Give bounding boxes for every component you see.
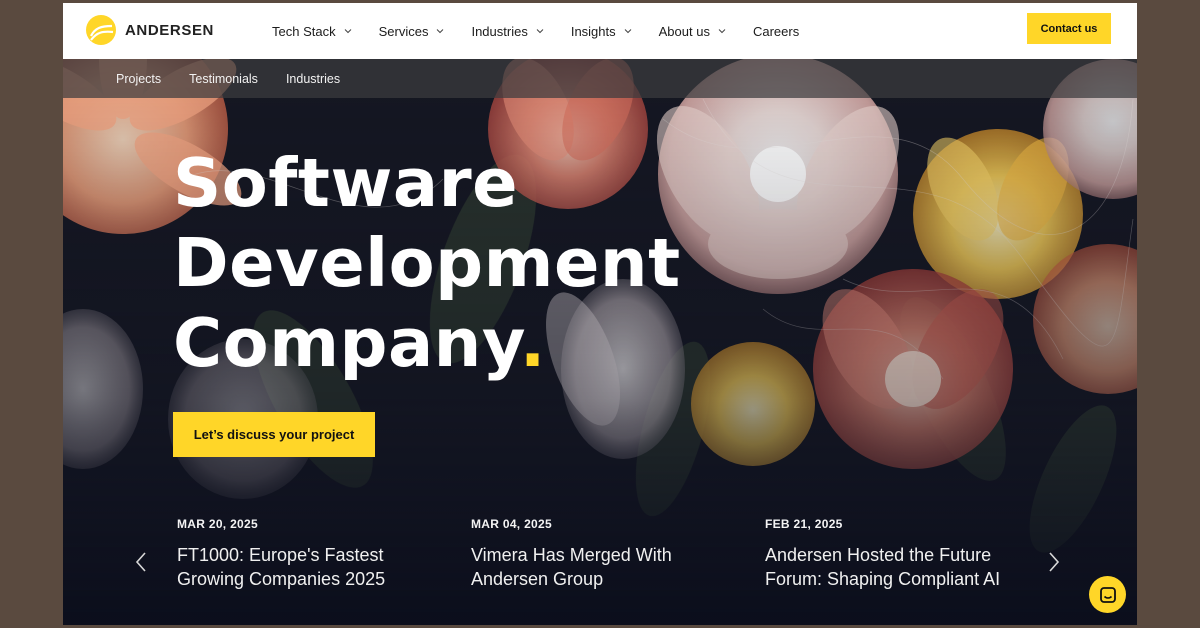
nav-item-tech-stack[interactable]: Tech Stack	[272, 24, 352, 39]
discuss-project-button[interactable]: Let’s discuss your project	[173, 412, 375, 457]
headline-line-1: Software	[173, 144, 519, 222]
news-title: Andersen Hosted the Future Forum: Shapin…	[765, 545, 1001, 589]
chat-icon	[1099, 586, 1116, 603]
nav-item-label: Industries	[471, 23, 528, 39]
nav-item-careers[interactable]: Careers	[753, 24, 799, 39]
news-item[interactable]: MAR 20, 2025 FT1000: Europe's Fastest Gro…	[177, 517, 437, 591]
chevron-left-icon[interactable]	[134, 551, 148, 573]
logo[interactable]: ANDERSEN	[85, 14, 214, 46]
news-date: MAR 20, 2025	[177, 517, 258, 531]
chevron-down-icon	[536, 29, 544, 34]
chevron-down-icon	[344, 29, 351, 34]
nav-item-label: Services	[378, 23, 429, 39]
main-nav: Tech Stack Services Industries Insights Abou…	[272, 3, 826, 59]
nav-item-industries[interactable]: Industries	[471, 23, 544, 39]
nav-item-services[interactable]: Services	[379, 24, 445, 39]
top-navigation-bar: ANDERSEN Tech Stack Services Industries Ins…	[63, 3, 1137, 59]
nav-item-label: Insights	[570, 23, 616, 39]
news-date: FEB 21, 2025	[765, 517, 843, 531]
news-carousel: MAR 20, 2025 FT1000: Europe's Fastest Gro…	[63, 517, 1137, 607]
news-item[interactable]: MAR 04, 2025 Vimera Has Merged With Ander…	[471, 517, 731, 591]
chevron-right-icon[interactable]	[1047, 551, 1061, 573]
chevron-down-icon	[718, 29, 726, 34]
headline-line-2: Development	[173, 224, 681, 302]
subnav-item-industries[interactable]: Industries	[286, 72, 340, 86]
news-date: MAR 04, 2025	[471, 517, 552, 531]
nav-item-label: About us	[658, 23, 710, 39]
news-title: FT1000: Europe's Fastest Growing Compani…	[177, 545, 386, 589]
subnav-item-testimonials[interactable]: Testimonials	[189, 72, 258, 86]
chat-button[interactable]	[1089, 576, 1126, 613]
page-frame: ANDERSEN Tech Stack Services Industries Ins…	[63, 3, 1137, 625]
nav-item-insights[interactable]: Insights	[571, 24, 632, 39]
headline-accent-dot: .	[519, 304, 546, 382]
headline-line-3: Company.	[173, 303, 681, 383]
chevron-down-icon	[624, 29, 631, 34]
nav-item-label: Tech Stack	[272, 23, 336, 39]
news-title: Vimera Has Merged With Andersen Group	[471, 545, 672, 589]
logo-text: ANDERSEN	[125, 21, 214, 39]
chevron-down-icon	[437, 29, 444, 34]
nav-item-label: Careers	[752, 23, 800, 39]
headline-line-3-text: Company	[173, 304, 520, 382]
sub-navigation-bar: Projects Testimonials Industries	[63, 59, 1137, 98]
nav-item-about-us[interactable]: About us	[659, 24, 726, 39]
hero-headline: Software Development Company.	[173, 143, 681, 383]
contact-us-button[interactable]: Contact us	[1027, 13, 1111, 44]
andersen-logo-icon	[86, 15, 116, 45]
subnav-item-projects[interactable]: Projects	[116, 72, 161, 86]
news-item[interactable]: FEB 21, 2025 Andersen Hosted the Future F…	[765, 517, 1025, 591]
